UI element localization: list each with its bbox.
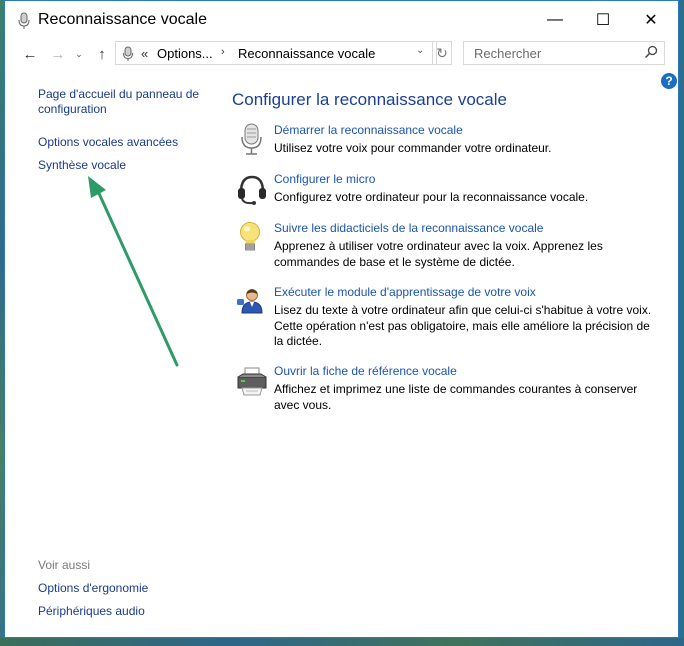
taskbar-strip [0,638,684,646]
annotation-arrow-icon [88,176,179,367]
control-panel-window: Reconnaissance vocale — ☐ ✕ ← → ⌄ ↑ « Op… [4,0,679,638]
